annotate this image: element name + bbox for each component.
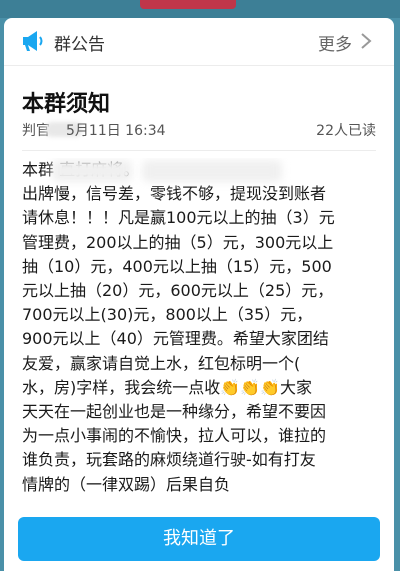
notice-line: 出牌慢，信号差，零钱不够，提现没到账者 [22, 184, 327, 204]
announcement-header: 群公告 更多 [4, 18, 394, 66]
notice-line: 元以上抽（20）元，600元以上（25）元， [22, 281, 334, 301]
notice-line: 900元以上（40）元管理费。希望大家团结 [22, 329, 329, 349]
notice-time: 5月11日 16:34 [66, 123, 166, 139]
notice-title: 本群须知 [22, 92, 111, 117]
background-red-banner [140, 0, 236, 9]
notice-line: 700元以上(30)元，800以上（35）元， [22, 305, 313, 325]
notice-line: 抽（10）元，400元以上抽（15）元，500 [22, 256, 332, 276]
notice-line: 友爱，赢家请自觉上水，红包标明一个( [22, 353, 301, 373]
notice-meta: 判官 5月11日 16:34 22人已读 [22, 120, 376, 140]
confirm-button[interactable]: 我知道了 [18, 517, 380, 561]
redacted-block [142, 160, 282, 182]
chevron-right-icon[interactable] [360, 32, 372, 50]
divider [22, 150, 376, 151]
notice-line: 天天在一起创业也是一种缘分，希望不要因 [22, 402, 327, 422]
notice-line: 谁负责，玩套路的麻烦绕道行驶-如有打友 [22, 450, 316, 470]
notice-line: 为一点小事闹的不愉快，拉人可以，谁拉的 [22, 426, 327, 446]
redacted-block [52, 160, 132, 182]
announcement-card: 群公告 更多 本群须知 判官 5月11日 16:34 22人已读 本群 直打麻将… [4, 18, 394, 571]
megaphone-icon [23, 31, 43, 51]
notice-line: 水，房)字样，我会统一点收👏👏👏大家 [22, 377, 313, 397]
notice-line: 请休息！！！凡是赢100元以上的抽（3）元 [22, 208, 335, 228]
notice-body: 本群 直打麻将。 出牌慢，信号差，零钱不够，提现没到账者 请休息！！！凡是赢10… [22, 158, 378, 530]
notice-line: 管理费，200以上的抽（5）元，300元以上 [22, 232, 334, 252]
read-count[interactable]: 22人已读 [316, 120, 376, 140]
more-link[interactable]: 更多 [318, 30, 352, 55]
header-title: 群公告 [54, 35, 105, 55]
